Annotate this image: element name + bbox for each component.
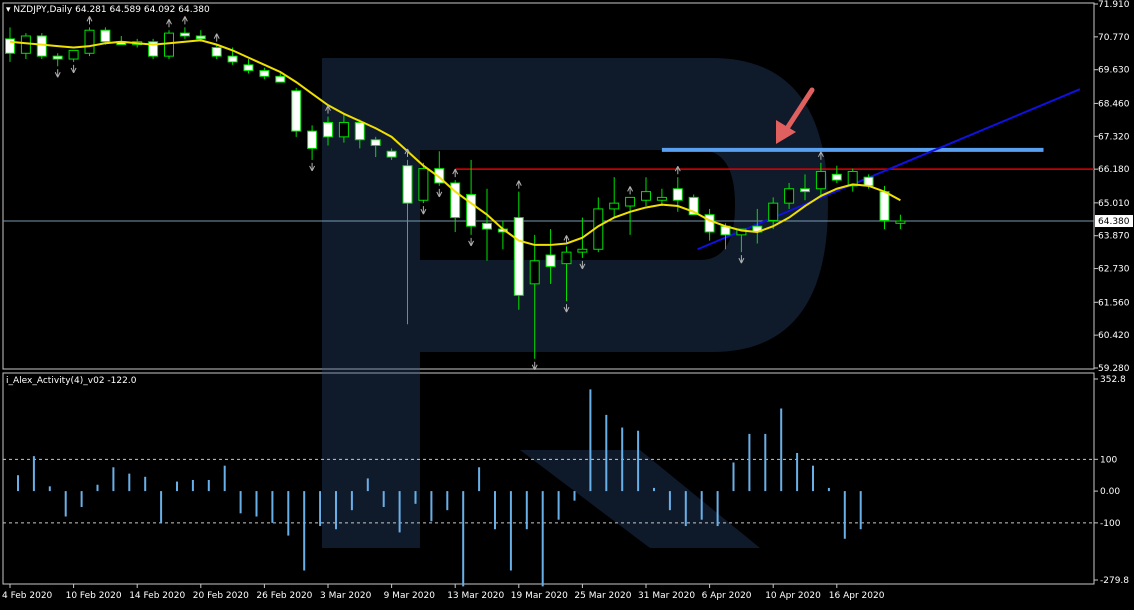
date-axis-label: 16 Apr 2020 [829,591,885,601]
candle-bear [800,188,810,193]
candle-bull [338,121,349,138]
candle-bear [291,90,302,132]
date-axis-label: 25 Mar 2020 [574,591,631,601]
candle-bear [179,32,190,37]
date-axis-label: 6 Apr 2020 [702,591,752,601]
date-axis-label: 13 Mar 2020 [447,591,504,601]
candle-bear [323,121,333,138]
date-axis-label: 4 Feb 2020 [2,591,53,601]
price-axis-label: 68.460 [1098,99,1130,109]
candle-bull [656,196,667,201]
candle-bear [307,130,318,149]
indicator-axis-label: 0.00 [1100,487,1120,497]
candle-bear [513,217,524,296]
candle-bull [577,248,588,253]
candle-bear [704,214,715,233]
price-axis-label: 70.770 [1098,33,1130,43]
current-price-label: 64.380 [1098,217,1130,227]
price-axis-label: 61.560 [1098,298,1130,308]
candle-bear [482,222,492,230]
candle-bear [672,188,683,201]
chart-canvas: 71.910 70.770 69.630 68.460 67.320 66.180 65.0… [0,0,1134,606]
date-axis-label: 10 Feb 2020 [66,591,122,601]
indicator-header: i_Alex_Activity(4)_v02 -122.0 [6,376,136,386]
candle-bear [863,176,874,187]
indicator-label: i_Alex_Activity(4)_v02 -122.0 [6,376,137,386]
ohlc-low: 64.092 [143,5,176,15]
candle-bear [100,29,111,43]
symbol-label: NZDJPY,Daily [13,5,73,15]
candle-bull [641,191,651,201]
candle-bull [418,168,429,201]
indicator-axis-label: 100 [1100,455,1117,465]
candle-bear [243,64,254,72]
candle-bull [768,202,779,221]
symbol-header: ▾ NZDJPY,Daily 64.281 64.589 64.092 64.3… [6,5,210,15]
ohlc-close: 64.380 [178,5,210,15]
candle-bear [227,55,238,63]
ohlc-open: 64.281 [75,5,107,15]
date-axis-label: 14 Feb 2020 [129,591,185,601]
price-axis-label: 67.320 [1098,132,1130,142]
price-axis-label: 60.420 [1098,331,1130,341]
dropdown-icon[interactable]: ▾ [6,5,11,15]
indicator-axis-label: -279.8 [1100,576,1129,586]
candle-bear [402,165,413,204]
candle-bull [609,202,620,210]
price-axis-label: 66.180 [1098,165,1130,175]
candle-bear [879,191,890,221]
candle-bull [84,29,95,54]
candle-bear [386,150,397,158]
price-axis-label: 69.630 [1098,66,1130,76]
indicator-axis-label: 352.8 [1100,375,1126,385]
price-axis-label: 59.280 [1098,364,1130,374]
indicator-axis-label: -100 [1100,519,1121,529]
candle-bull [164,32,174,57]
candle-bull [68,49,79,60]
price-axis-label: 63.870 [1098,232,1130,242]
candle-bull [815,170,826,190]
candle-bear [52,55,63,60]
candle-bear [195,35,206,40]
price-axis-label: 62.730 [1098,265,1130,275]
candle-bear [466,194,477,227]
ohlc-high: 64.589 [109,5,142,15]
candle-bear [545,254,556,268]
candle-bull [895,220,906,224]
candle-bull [561,251,572,265]
candle-bear [354,121,365,141]
date-axis-label: 26 Feb 2020 [256,591,312,601]
candle-bull [784,188,795,204]
candle-bear [5,38,15,54]
price-axis-label: 65.010 [1098,199,1130,209]
date-axis-label: 31 Mar 2020 [638,591,695,601]
date-axis-label: 19 Mar 2020 [511,591,568,601]
candle-bear [370,139,381,147]
candle-bear [211,47,222,57]
candle-bear [831,173,842,181]
date-axis-label: 3 Mar 2020 [320,591,372,601]
candle-bear [259,70,270,77]
date-axis-label: 10 Apr 2020 [765,591,821,601]
price-axis-label: 71.910 [1098,0,1130,10]
candle-bear [36,35,47,57]
candle-bull [625,196,636,207]
candle-bear [275,75,286,83]
chart-root: 71.910 70.770 69.630 68.460 67.320 66.180 65.0… [0,0,1134,606]
candle-bull [529,260,540,285]
candle-bull [20,35,31,54]
date-axis-label: 20 Feb 2020 [193,591,249,601]
date-axis-label: 9 Mar 2020 [384,591,436,601]
